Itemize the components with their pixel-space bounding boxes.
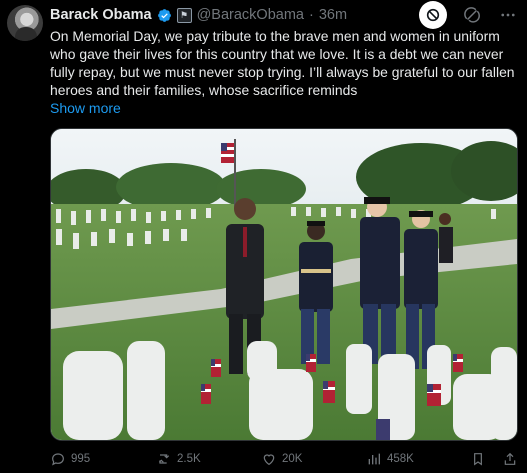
views-button[interactable]: 458K xyxy=(366,449,414,469)
like-button[interactable]: 20K xyxy=(261,449,302,469)
show-more-link[interactable]: Show more xyxy=(50,100,121,116)
reply-count: 995 xyxy=(71,453,91,465)
grok-button[interactable] xyxy=(461,4,483,26)
repost-button[interactable]: 2.5K xyxy=(156,449,201,469)
block-button[interactable] xyxy=(419,1,447,29)
memorial-day-photo xyxy=(51,129,517,440)
author-handle[interactable]: @BarackObama xyxy=(197,7,304,23)
government-badge-icon: ⚑ xyxy=(176,7,192,23)
verified-badge-icon xyxy=(157,8,171,22)
repost-count: 2.5K xyxy=(177,453,201,465)
reply-button[interactable]: 995 xyxy=(50,449,90,469)
bookmark-button[interactable] xyxy=(470,449,486,469)
author-name[interactable]: Barack Obama xyxy=(50,7,152,23)
share-button[interactable] xyxy=(502,449,518,469)
more-button[interactable] xyxy=(497,4,519,26)
tweet-text: On Memorial Day, we pay tribute to the b… xyxy=(50,28,515,98)
heart-icon xyxy=(263,454,275,466)
share-icon xyxy=(504,452,516,465)
bookmark-icon xyxy=(474,453,482,466)
repost-icon xyxy=(158,454,170,464)
reply-icon xyxy=(52,453,64,466)
tweet-media-image[interactable] xyxy=(50,128,518,441)
top-actions xyxy=(419,1,519,29)
block-icon xyxy=(426,8,440,22)
like-count: 20K xyxy=(282,453,303,465)
views-count: 458K xyxy=(387,453,414,465)
views-icon xyxy=(368,453,380,465)
tweet-actions: 995 2.5K 20K 458K xyxy=(50,449,520,469)
separator-dot: · xyxy=(308,7,314,23)
tweet-header: Barack Obama ⚑ @BarackObama · 36m xyxy=(50,6,347,24)
grok-icon xyxy=(464,7,480,23)
more-icon xyxy=(501,13,515,17)
avatar[interactable] xyxy=(7,5,43,41)
timestamp[interactable]: 36m xyxy=(319,7,347,23)
